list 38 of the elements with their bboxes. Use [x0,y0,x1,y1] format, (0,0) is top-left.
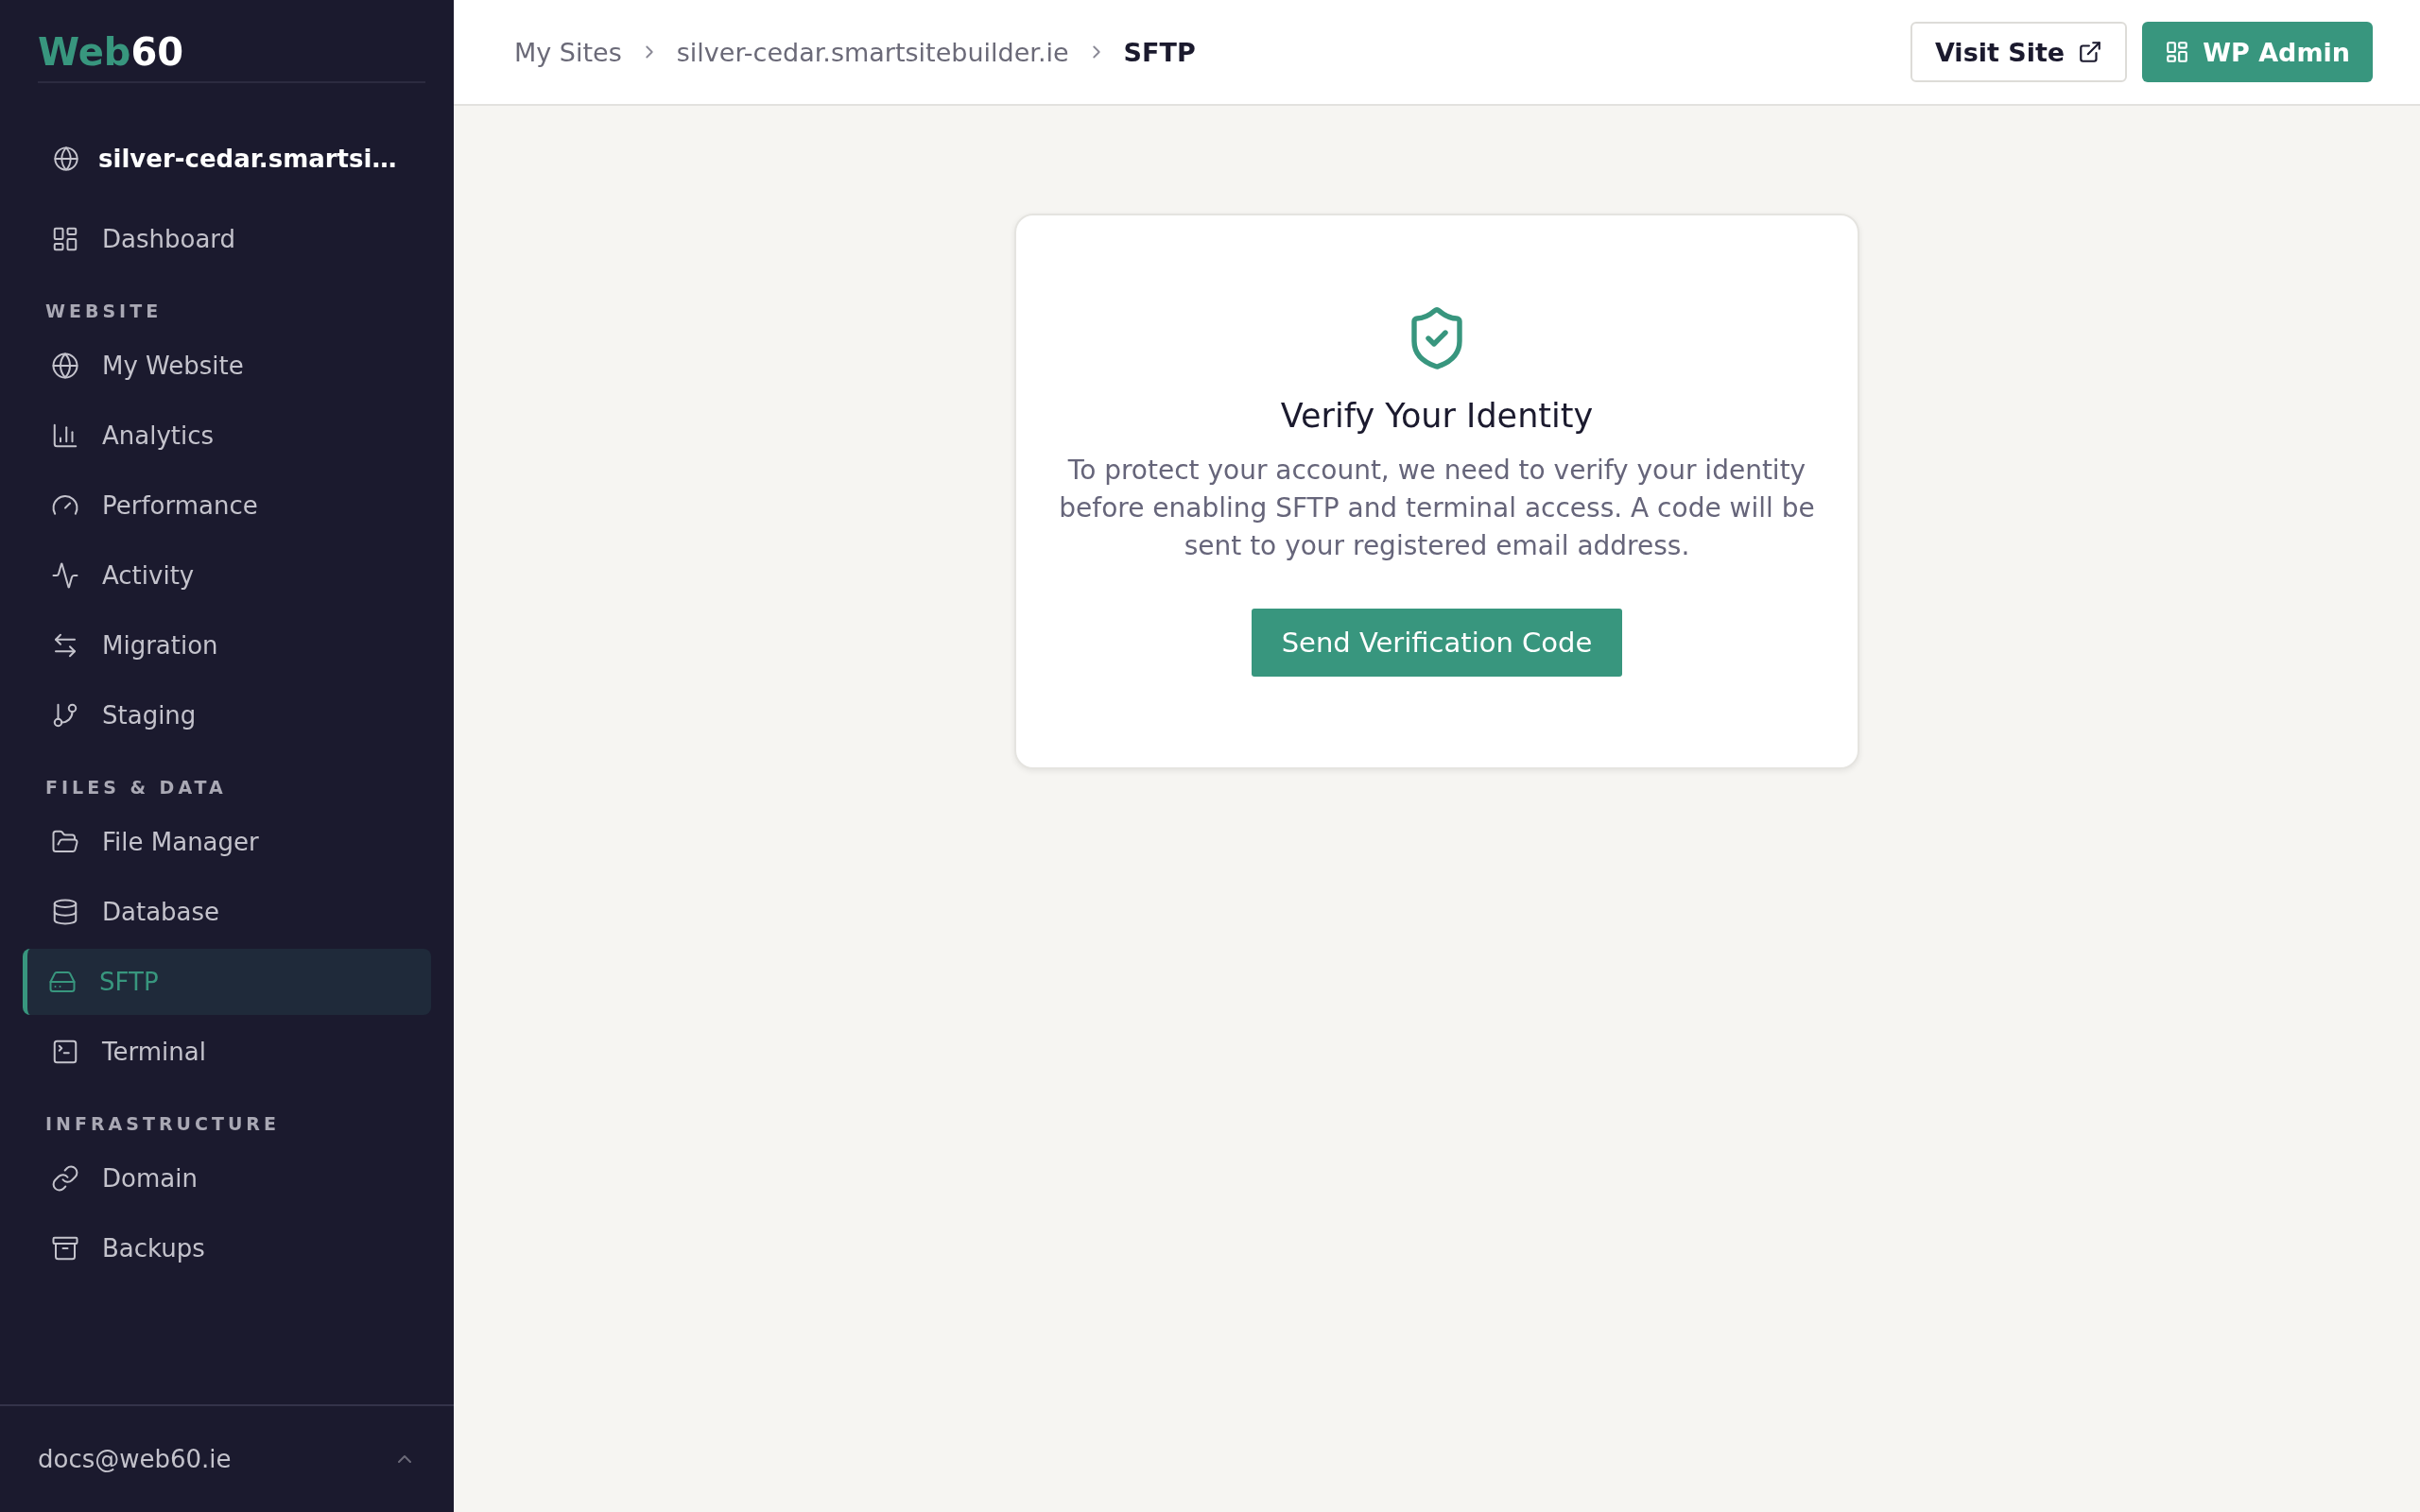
sidebar-item[interactable]: Backups [23,1215,431,1281]
sidebar-item[interactable]: Dashboard [23,206,431,272]
nav-icon [51,225,79,253]
nav-icon [51,1164,79,1193]
sidebar-item[interactable]: Performance [23,472,431,539]
breadcrumb-link[interactable]: silver-cedar.smartsitebuilder.ie [676,37,1069,67]
nav-icon [51,561,79,590]
sidebar-item[interactable]: Staging [23,682,431,748]
nav-icon [51,1234,79,1263]
sidebar-item[interactable]: Database [23,879,431,945]
sidebar-item[interactable]: Activity [23,542,431,609]
visit-site-button[interactable]: Visit Site [1910,22,2128,82]
wp-admin-button[interactable]: WP Admin [2142,22,2373,82]
external-link-icon [2078,40,2103,64]
card-description: To protect your account, we need to verify your identity before enabling SFTP and terminal access. A code will be sent to your registered email address. [1058,454,1816,563]
card-title: Verify Your Identity [1280,397,1594,435]
logo: Web60 [38,0,425,83]
send-code-button[interactable]: Send Verification Code [1251,609,1623,677]
sidebar-item[interactable]: Terminal [23,1019,431,1085]
nav-icon [51,421,79,450]
globe-icon [53,146,79,172]
sidebar-item[interactable]: SFTP [23,949,431,1015]
dashboard-icon [2165,40,2190,64]
sidebar-item[interactable]: My Website [23,333,431,399]
sidebar-item[interactable]: File Manager [23,809,431,875]
breadcrumb-link[interactable]: My Sites [514,37,622,67]
nav-icon [51,352,79,380]
sidebar-item[interactable]: Domain [23,1145,431,1211]
nav-icon [51,1038,79,1066]
sidebar-item[interactable]: Analytics [23,403,431,469]
section-heading: WEBSITE [44,300,164,323]
section-heading: INFRASTRUCTURE [44,1112,281,1136]
section-heading: FILES & DATA [44,776,228,799]
nav-icon [51,898,79,926]
account-email: docs@web60.ie [38,1445,232,1473]
nav-icon [51,701,79,730]
site-name: silver-cedar.smartsi… [98,145,397,173]
sidebar-item[interactable]: Migration [23,612,431,679]
